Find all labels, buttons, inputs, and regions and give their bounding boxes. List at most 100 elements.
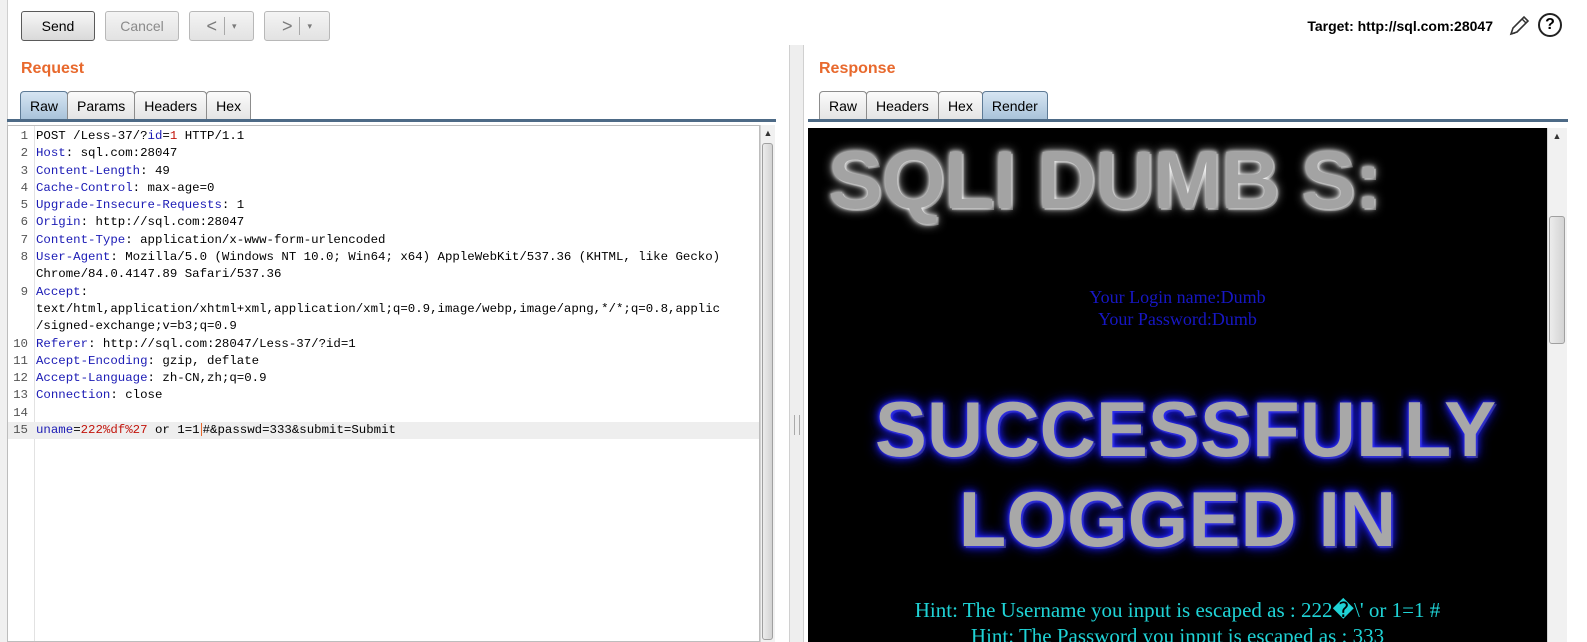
line-text[interactable]: Referer: http://sql.com:28047/Less-37/?i… (36, 336, 356, 353)
target-label: Target: http://sql.com:28047 (1307, 18, 1493, 34)
pencil-icon[interactable] (1506, 13, 1532, 39)
response-tab-headers[interactable]: Headers (866, 91, 939, 119)
help-icon[interactable]: ? (1538, 13, 1562, 37)
hint-username-text: Hint: The Username you input is escaped … (914, 598, 1441, 622)
line-number: 9 (20, 284, 28, 299)
response-tab-underline (808, 119, 1568, 122)
line-text[interactable]: text/html,application/xhtml+xml,applicat… (36, 301, 720, 318)
response-scrollbar[interactable]: ▲ (1547, 128, 1567, 642)
line-text[interactable]: Cache-Control: max-age=0 (36, 180, 214, 197)
request-tabs: Raw Params Headers Hex (20, 91, 252, 119)
line-segment: = (162, 129, 170, 143)
code-line[interactable]: 11 Accept-Encoding: gzip, deflate (8, 353, 759, 370)
header-name: Accept-Encoding (36, 353, 148, 368)
line-text[interactable]: Upgrade-Insecure-Requests: 1 (36, 197, 244, 214)
back-button[interactable]: < ▾ (189, 11, 254, 41)
header-name: Content-Length (36, 163, 141, 178)
success-banner-line1: SUCCESSFULLY (874, 385, 1497, 473)
request-tab-headers[interactable]: Headers (134, 91, 208, 119)
back-dropdown-icon[interactable]: ▾ (228, 21, 241, 32)
line-segment: : sql.com:28047 (65, 146, 178, 161)
scroll-up-arrow-icon[interactable]: ▲ (1548, 128, 1566, 144)
response-scroll-thumb[interactable] (1549, 216, 1565, 344)
code-line[interactable]: 13 Connection: close (8, 387, 759, 404)
line-text[interactable]: User-Agent: Mozilla/5.0 (Windows NT 10.0… (36, 249, 720, 266)
request-title: Request (21, 60, 85, 77)
request-editor[interactable]: 1 POST /Less-37/?id=1 HTTP/1.1 2 Host: sql.… (7, 125, 760, 642)
response-tab-render[interactable]: Render (981, 91, 1048, 119)
request-tab-hex[interactable]: Hex (206, 91, 252, 119)
line-segment: : application/x-www-form-urlencoded (125, 232, 386, 247)
request-code[interactable]: 1 POST /Less-37/?id=1 HTTP/1.1 2 Host: sql.… (8, 128, 759, 440)
cancel-button[interactable]: Cancel (105, 11, 179, 41)
code-line[interactable]: 5 Upgrade-Insecure-Requests: 1 (8, 197, 759, 214)
line-text[interactable]: POST /Less-37/?id=1 HTTP/1.1 (36, 128, 244, 145)
split-pane-divider[interactable] (789, 45, 804, 642)
help-icon-glyph: ? (1545, 16, 1555, 33)
code-line[interactable]: 2 Host: sql.com:28047 (8, 145, 759, 162)
line-text[interactable]: Content-Type: application/x-www-form-url… (36, 232, 385, 249)
header-name: User-Agent (36, 250, 111, 265)
line-segment: /signed-exchange;v=b3;q=0.9 (36, 319, 237, 334)
request-scrollbar[interactable]: ▲ (760, 125, 775, 642)
code-line[interactable]: 9 Accept: (8, 284, 759, 301)
text-caret (200, 423, 202, 437)
code-line[interactable]: 6 Origin: http://sql.com:28047 (8, 214, 759, 231)
line-segment: : max-age=0 (132, 180, 215, 195)
param-name: id (147, 129, 163, 143)
line-text[interactable]: uname=222%df%27 or 1=1 #&passwd=333&submi… (36, 422, 396, 439)
request-scroll-thumb[interactable] (762, 143, 773, 640)
line-text[interactable]: Content-Length: 49 (36, 163, 170, 180)
response-tab-hex[interactable]: Hex (937, 91, 983, 119)
line-segment: #&passwd=333&submit=Submit (202, 423, 396, 438)
code-line[interactable]: 12 Accept-Language: zh-CN,zh;q=0.9 (8, 370, 759, 387)
line-text[interactable]: Origin: http://sql.com:28047 (36, 214, 244, 231)
line-number: 13 (13, 388, 28, 403)
line-segment: : http://sql.com:28047 (80, 215, 245, 230)
line-number: 11 (13, 353, 28, 368)
code-line[interactable]: text/html,application/xhtml+xml,applicat… (8, 301, 759, 318)
line-text[interactable]: Connection: close (36, 387, 162, 404)
line-segment: or 1=1 (147, 423, 200, 438)
line-segment: : 49 (140, 163, 170, 178)
back-arrow-icon: < (206, 15, 217, 36)
line-number: 6 (20, 215, 28, 230)
request-tab-underline (7, 119, 776, 122)
line-text[interactable]: Host: sql.com:28047 (36, 145, 177, 162)
header-name: Upgrade-Insecure-Requests (36, 198, 222, 213)
divider-grip[interactable] (794, 415, 800, 435)
code-line[interactable]: 7 Content-Type: application/x-www-form-ur… (8, 232, 759, 249)
header-name: Host (36, 146, 66, 161)
param-name: uname (36, 423, 74, 438)
line-number: 2 (20, 146, 28, 161)
code-line[interactable]: 10 Referer: http://sql.com:28047/Less-37/… (8, 336, 759, 353)
send-button[interactable]: Send (21, 11, 95, 41)
line-text[interactable]: Accept-Encoding: gzip, deflate (36, 353, 259, 370)
code-line[interactable]: 15 uname=222%df%27 or 1=1 #&passwd=333&sub… (8, 422, 759, 440)
code-line[interactable]: /signed-exchange;v=b3;q=0.9 (8, 318, 759, 335)
line-segment: : zh-CN,zh;q=0.9 (147, 371, 267, 386)
send-button-label: Send (41, 18, 75, 34)
code-line[interactable]: 3 Content-Length: 49 (8, 163, 759, 180)
code-line[interactable]: 4 Cache-Control: max-age=0 (8, 180, 759, 197)
request-tab-raw[interactable]: Raw (20, 91, 69, 119)
back-split-divider (223, 17, 225, 35)
cancel-button-label: Cancel (120, 18, 164, 34)
line-text[interactable]: Accept-Language: zh-CN,zh;q=0.9 (36, 370, 267, 387)
header-name: Accept (36, 284, 81, 299)
line-segment: text/html,application/xhtml+xml,applicat… (36, 301, 721, 316)
line-text[interactable]: /signed-exchange;v=b3;q=0.9 (36, 318, 237, 335)
code-line[interactable]: 1 POST /Less-37/?id=1 HTTP/1.1 (8, 128, 759, 145)
request-tab-params[interactable]: Params (67, 91, 136, 119)
response-tab-raw[interactable]: Raw (819, 91, 868, 119)
forward-dropdown-icon[interactable]: ▾ (303, 21, 316, 32)
line-text[interactable]: Accept: (36, 284, 88, 301)
forward-button[interactable]: > ▾ (264, 11, 330, 41)
code-line[interactable]: Chrome/84.0.4147.89 Safari/537.36 (8, 266, 759, 283)
code-line[interactable]: 14 (8, 405, 759, 422)
line-segment: : (80, 284, 89, 299)
line-text[interactable]: Chrome/84.0.4147.89 Safari/537.36 (36, 266, 281, 283)
line-segment: = (73, 423, 81, 438)
scroll-up-arrow-icon[interactable]: ▲ (761, 125, 775, 141)
code-line[interactable]: 8 User-Agent: Mozilla/5.0 (Windows NT 10.… (8, 249, 759, 266)
